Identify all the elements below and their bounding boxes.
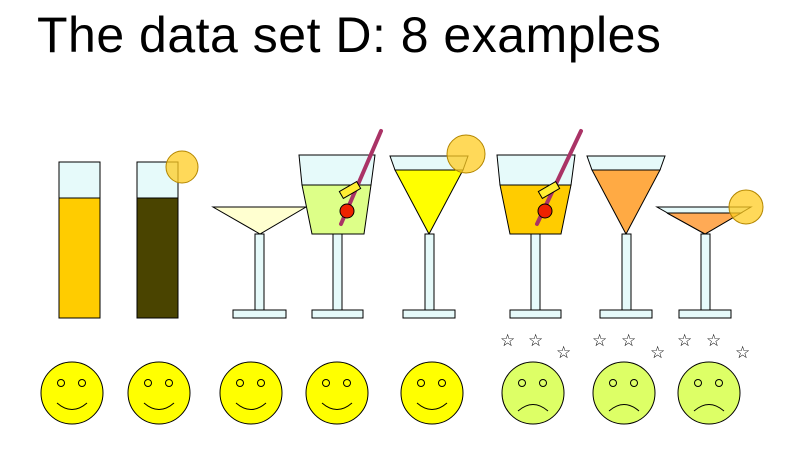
face-2-happy-icon [127, 361, 191, 425]
drink-4-cocktail-glass [298, 129, 383, 319]
examples-illustration: ☆ ☆ ☆ ☆ ☆ ☆ ☆ ☆ ☆ [40, 129, 764, 425]
olive-icon [339, 203, 355, 219]
drink-6-cocktail-glass [496, 129, 583, 319]
face-7-sick-icon [592, 361, 656, 425]
dizzy-stars-8-icon: ☆ ☆ ☆ [677, 331, 750, 363]
svg-text:☆: ☆ [735, 343, 750, 363]
face-4-happy-icon [305, 361, 369, 425]
svg-text:☆: ☆ [556, 343, 571, 363]
svg-text:☆: ☆ [592, 331, 607, 351]
lemon-slice-icon [728, 189, 764, 225]
drink-7-cone-glass [586, 155, 666, 319]
svg-text:☆: ☆ [706, 331, 721, 351]
svg-text:☆: ☆ [528, 331, 543, 351]
drink-3-martini-glass [211, 206, 308, 319]
drink-8-martini-glass [655, 189, 764, 319]
drink-2-tall-glass [136, 150, 199, 319]
svg-text:☆: ☆ [650, 343, 665, 363]
face-5-happy-icon [400, 361, 464, 425]
svg-text:☆: ☆ [677, 331, 692, 351]
dizzy-stars-7-icon: ☆ ☆ ☆ [592, 331, 665, 363]
drink-2-liquid [136, 197, 179, 319]
drink-5-cone-glass [389, 134, 486, 319]
face-8-sick-icon [677, 361, 741, 425]
face-3-happy-icon [219, 361, 283, 425]
face-1-happy-icon [40, 361, 104, 425]
drink-1-tall-glass [58, 161, 101, 319]
dizzy-stars-6-icon: ☆ ☆ ☆ [500, 331, 571, 363]
face-6-sick-icon [501, 361, 565, 425]
svg-text:☆: ☆ [621, 331, 636, 351]
lemon-slice-icon [446, 134, 486, 174]
lemon-slice-icon [165, 150, 199, 184]
olive-icon [537, 203, 553, 219]
svg-text:☆: ☆ [500, 331, 515, 351]
drink-1-liquid [58, 197, 101, 319]
